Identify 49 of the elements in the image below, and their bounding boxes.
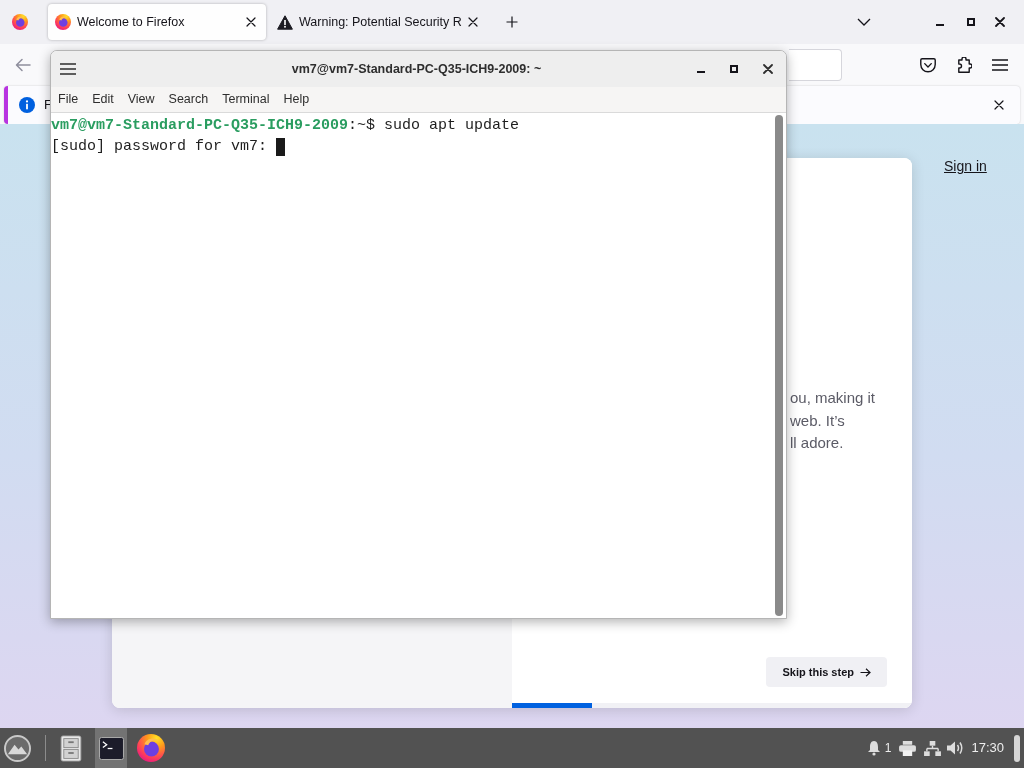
menu-item[interactable]: Help xyxy=(283,90,310,109)
body-text-line: ll adore. xyxy=(790,433,845,453)
menu-icon[interactable] xyxy=(992,59,1008,71)
terminal-icon xyxy=(98,736,124,760)
network-icon[interactable] xyxy=(924,740,942,756)
warning-icon xyxy=(277,14,293,30)
panel-handle[interactable] xyxy=(1014,734,1020,762)
notification-count: 1 xyxy=(884,740,892,757)
plus-icon[interactable] xyxy=(506,16,518,28)
browser-tab[interactable]: Warning: Potential Security R xyxy=(270,4,488,40)
close-icon[interactable] xyxy=(763,64,773,74)
window-title: vm7@vm7-Standard-PC-Q35-ICH9-2009: ~ xyxy=(291,60,542,78)
puzzle-icon[interactable] xyxy=(956,57,972,73)
terminal-line: [sudo] password for vm7: xyxy=(51,137,268,157)
mountain-logo-icon[interactable] xyxy=(4,734,31,762)
menu-icon[interactable] xyxy=(60,63,76,75)
menu-item[interactable]: File xyxy=(58,90,79,109)
browser-logo-icon xyxy=(137,734,165,762)
clock: 17:30 xyxy=(971,739,1004,758)
menu-item[interactable]: Edit xyxy=(92,90,114,109)
sign-in-link[interactable]: Sign in xyxy=(944,158,987,174)
close-icon[interactable] xyxy=(995,17,1005,27)
menu-item[interactable]: Search xyxy=(168,90,209,109)
body-text-line: web. It’s xyxy=(790,410,846,431)
bell-icon[interactable] xyxy=(866,740,881,756)
close-icon[interactable] xyxy=(994,100,1004,110)
arrow-right-icon xyxy=(860,667,871,677)
address-field[interactable] xyxy=(789,49,842,81)
terminal-line: vm7@vm7-Standard-PC-Q35-ICH9-2009:~$ sudo apt update xyxy=(51,116,520,136)
info-icon xyxy=(19,97,35,113)
printer-icon[interactable] xyxy=(899,740,917,756)
maximize-icon[interactable] xyxy=(730,65,738,73)
scrollbar-thumb[interactable] xyxy=(775,115,783,616)
browser-logo-icon[interactable] xyxy=(12,14,28,30)
shield-icon[interactable] xyxy=(920,57,936,73)
tab-close-icon[interactable] xyxy=(246,17,256,27)
taskbar-button[interactable] xyxy=(95,728,127,768)
menu-item[interactable]: View xyxy=(127,90,155,109)
speaker-icon[interactable] xyxy=(947,741,965,755)
body-text-line: ou, making it xyxy=(790,388,877,408)
maximize-icon[interactable] xyxy=(967,18,975,26)
browser-logo-icon xyxy=(55,14,71,30)
tab-close-icon[interactable] xyxy=(468,17,478,27)
menu-item[interactable]: Terminal xyxy=(222,90,270,109)
skip-button[interactable]: Skip this step xyxy=(766,657,887,687)
browser-tab[interactable]: Welcome to Firefox xyxy=(48,4,266,40)
file-cabinet-icon xyxy=(60,734,82,762)
back-arrow-icon[interactable] xyxy=(15,58,31,72)
chevron-down-icon[interactable] xyxy=(857,18,871,26)
